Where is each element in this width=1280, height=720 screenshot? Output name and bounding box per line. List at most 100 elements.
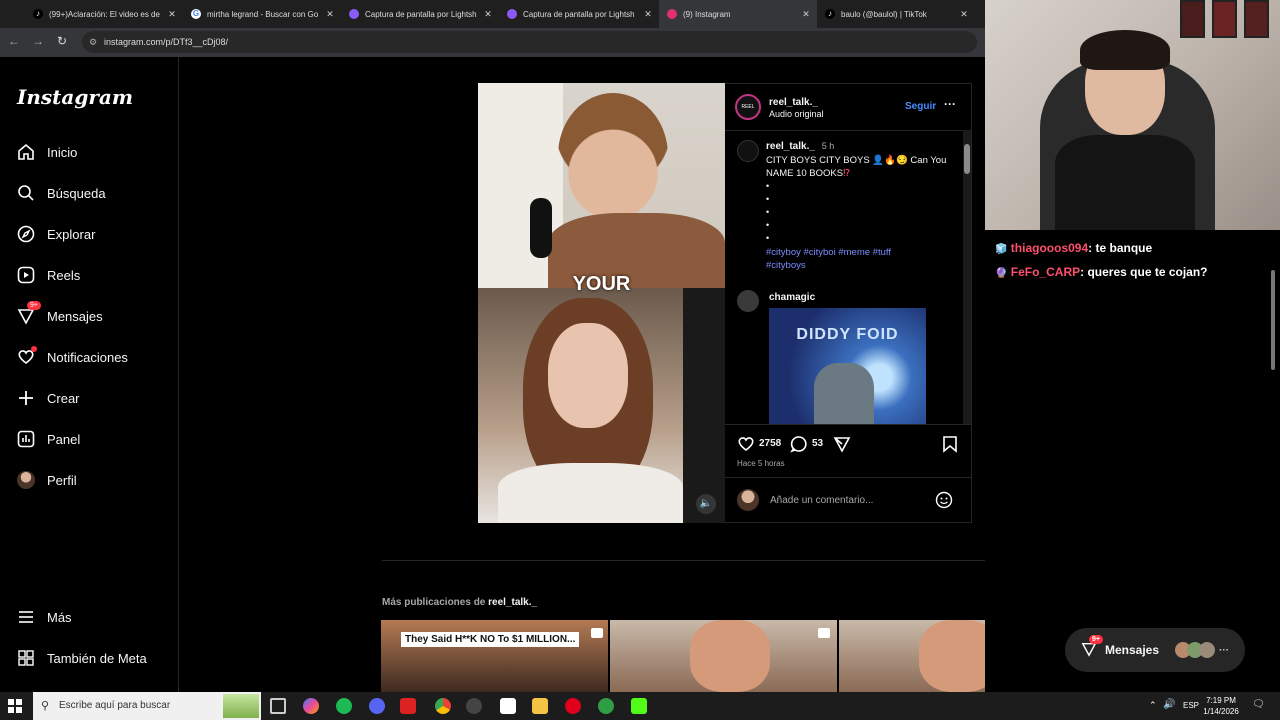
sidebar-item-label: Búsqueda bbox=[47, 185, 106, 201]
file-explorer-icon[interactable] bbox=[532, 698, 548, 714]
chat-text: : queres que te cojan? bbox=[1080, 265, 1208, 279]
like-count[interactable]: 2758 bbox=[759, 438, 781, 449]
caption-author[interactable]: reel_talk._ bbox=[766, 141, 815, 152]
tab-tiktok-baulo[interactable]: ♪ baulo (@baulol) | TikTok ✕ bbox=[817, 0, 975, 28]
like-icon[interactable] bbox=[737, 435, 755, 458]
commenter-avatar[interactable] bbox=[737, 290, 759, 312]
discord-icon[interactable] bbox=[369, 698, 385, 714]
sidebar-item-label: Crear bbox=[47, 390, 80, 406]
capcut-icon[interactable] bbox=[500, 698, 516, 714]
video-top-frame bbox=[478, 83, 725, 288]
page-scrollbar[interactable] bbox=[1271, 230, 1277, 375]
messenger-icon: 9+ bbox=[17, 301, 41, 325]
emoji-icon[interactable] bbox=[935, 491, 953, 514]
sidebar-item-panel[interactable]: Panel bbox=[17, 427, 80, 451]
more-posts-title: Más publicaciones de reel_talk._ bbox=[382, 597, 538, 608]
sidebar-item-inicio[interactable]: Inicio bbox=[17, 140, 77, 164]
sidebar-item-busqueda[interactable]: Búsqueda bbox=[17, 181, 106, 205]
comment-image[interactable]: DIDDY FOID bbox=[769, 308, 926, 424]
tab-label: Captura de pantalla por Lightsh bbox=[523, 9, 635, 19]
sidebar-item-tambien-de-meta[interactable]: También de Meta bbox=[17, 646, 147, 670]
site-info-icon[interactable]: ⚙ bbox=[89, 31, 97, 53]
forward-icon[interactable]: → bbox=[30, 34, 46, 48]
caption-bullets: • • • • • bbox=[766, 181, 770, 243]
sidebar-item-notificaciones[interactable]: Notificaciones bbox=[17, 345, 128, 369]
back-icon[interactable]: ← bbox=[6, 34, 22, 48]
tab-lightshot-1[interactable]: Captura de pantalla por Lightsh ✕ bbox=[341, 0, 499, 28]
tab-label: (99+)Aclaración: El video es de bbox=[49, 9, 160, 19]
caption-hashtags[interactable]: #cityboy #cityboi #meme #tuff #cityboys bbox=[766, 246, 891, 272]
xbox-icon[interactable] bbox=[598, 698, 614, 714]
close-icon[interactable]: ✕ bbox=[957, 9, 971, 20]
comment-author[interactable]: chamagic bbox=[769, 292, 815, 303]
spotify-icon[interactable] bbox=[336, 698, 352, 714]
audio-label[interactable]: Audio original bbox=[769, 109, 824, 119]
tab-instagram[interactable]: (9) Instagram ✕ bbox=[659, 0, 817, 28]
compass-icon bbox=[17, 225, 35, 243]
close-icon[interactable]: ✕ bbox=[481, 9, 495, 20]
close-icon[interactable]: ✕ bbox=[641, 9, 655, 20]
windows-start-icon[interactable] bbox=[8, 699, 22, 718]
kick-icon[interactable] bbox=[631, 698, 647, 714]
url-input[interactable]: ⚙ instagram.com/p/DTf3__cDj08/ bbox=[82, 31, 977, 53]
sidebar-item-mas[interactable]: Más bbox=[17, 605, 72, 629]
tab-lightshot-2[interactable]: Captura de pantalla por Lightsh ✕ bbox=[499, 0, 659, 28]
sidebar-item-label: Notificaciones bbox=[47, 349, 128, 365]
badge-icon: 🔮 bbox=[995, 268, 1008, 279]
comment-input[interactable]: Añade un comentario... bbox=[770, 495, 873, 506]
more-post-thumb-1[interactable]: They Said H**K NO To $1 MILLION... bbox=[381, 620, 608, 692]
more-icon: ··· bbox=[1219, 644, 1230, 656]
post-video[interactable]: YOUR 🔈 bbox=[478, 83, 725, 523]
more-options-icon[interactable]: ··· bbox=[944, 97, 956, 111]
chat-message: 🔮 FeFo_CARP: queres que te cojan? bbox=[995, 265, 1208, 279]
more-post-thumb-2[interactable] bbox=[610, 620, 837, 692]
sidebar-item-label: Reels bbox=[47, 267, 81, 283]
messages-floating-button[interactable]: 9+ Mensajes ··· bbox=[1065, 628, 1245, 672]
badge-icon: 🧊 bbox=[995, 244, 1008, 255]
volume-icon[interactable]: 🔊 bbox=[1163, 699, 1175, 710]
post-details-panel: REEL reel_talk._ Audio original Seguir ·… bbox=[725, 83, 972, 523]
video-bottom-frame bbox=[478, 288, 725, 523]
save-icon[interactable] bbox=[942, 435, 958, 458]
post-author[interactable]: reel_talk._ bbox=[769, 97, 818, 108]
author-avatar[interactable]: REEL bbox=[735, 94, 761, 120]
follow-button[interactable]: Seguir bbox=[905, 101, 936, 112]
tab-label: baulo (@baulol) | TikTok bbox=[841, 9, 927, 19]
close-icon[interactable]: ✕ bbox=[799, 9, 813, 20]
windows-taskbar: ⚲ Escribe aquí para buscar ⌃ 🔊 ESP 7:19 … bbox=[0, 692, 1280, 720]
obs-icon[interactable] bbox=[466, 698, 482, 714]
sidebar-item-explorar[interactable]: Explorar bbox=[17, 222, 95, 246]
mute-icon[interactable]: 🔈 bbox=[696, 494, 716, 514]
chrome-icon[interactable] bbox=[435, 698, 451, 714]
chevron-up-icon[interactable]: ⌃ bbox=[1149, 700, 1157, 711]
voicemeeter-icon[interactable] bbox=[400, 698, 416, 714]
tab-tiktok-aclaracion[interactable]: ♪ (99+)Aclaración: El video es de ✕ bbox=[25, 0, 183, 28]
menu-icon bbox=[17, 608, 35, 626]
close-icon[interactable]: ✕ bbox=[165, 9, 179, 20]
notifications-icon[interactable]: 🗨 bbox=[1252, 699, 1265, 710]
copilot-icon[interactable] bbox=[303, 698, 319, 714]
sidebar: Instagram Inicio Búsqueda Explorar Reels bbox=[0, 57, 179, 692]
divider bbox=[725, 130, 972, 131]
instagram-logo[interactable]: Instagram bbox=[17, 85, 133, 109]
sidebar-item-mensajes[interactable]: 9+ Mensajes bbox=[17, 301, 103, 328]
caption-author-avatar[interactable] bbox=[737, 140, 759, 162]
browser-tab-bar: ♪ (99+)Aclaración: El video es de ✕ G mi… bbox=[0, 0, 985, 28]
comment-count[interactable]: 53 bbox=[812, 438, 823, 449]
close-icon[interactable]: ✕ bbox=[323, 9, 337, 20]
comments-scrollbar[interactable] bbox=[963, 130, 971, 424]
reload-icon[interactable]: ↻ bbox=[54, 34, 70, 48]
sidebar-item-crear[interactable]: Crear bbox=[17, 386, 80, 410]
opera-icon[interactable] bbox=[565, 698, 581, 714]
sidebar-item-reels[interactable]: Reels bbox=[17, 263, 80, 287]
comment-icon[interactable] bbox=[790, 435, 808, 458]
taskbar-clock[interactable]: 7:19 PM 1/14/2026 bbox=[1196, 695, 1246, 717]
taskbar-search-input[interactable]: ⚲ Escribe aquí para buscar bbox=[33, 692, 261, 720]
messages-badge: 9+ bbox=[1089, 634, 1103, 644]
tab-label: (9) Instagram bbox=[683, 9, 731, 19]
sidebar-item-perfil[interactable]: Perfil bbox=[17, 468, 77, 492]
more-posts-user[interactable]: reel_talk._ bbox=[488, 597, 537, 608]
task-view-icon[interactable] bbox=[270, 698, 286, 714]
share-icon[interactable] bbox=[833, 435, 851, 458]
tab-google-search[interactable]: G mirtha legrand - Buscar con Go ✕ bbox=[183, 0, 341, 28]
